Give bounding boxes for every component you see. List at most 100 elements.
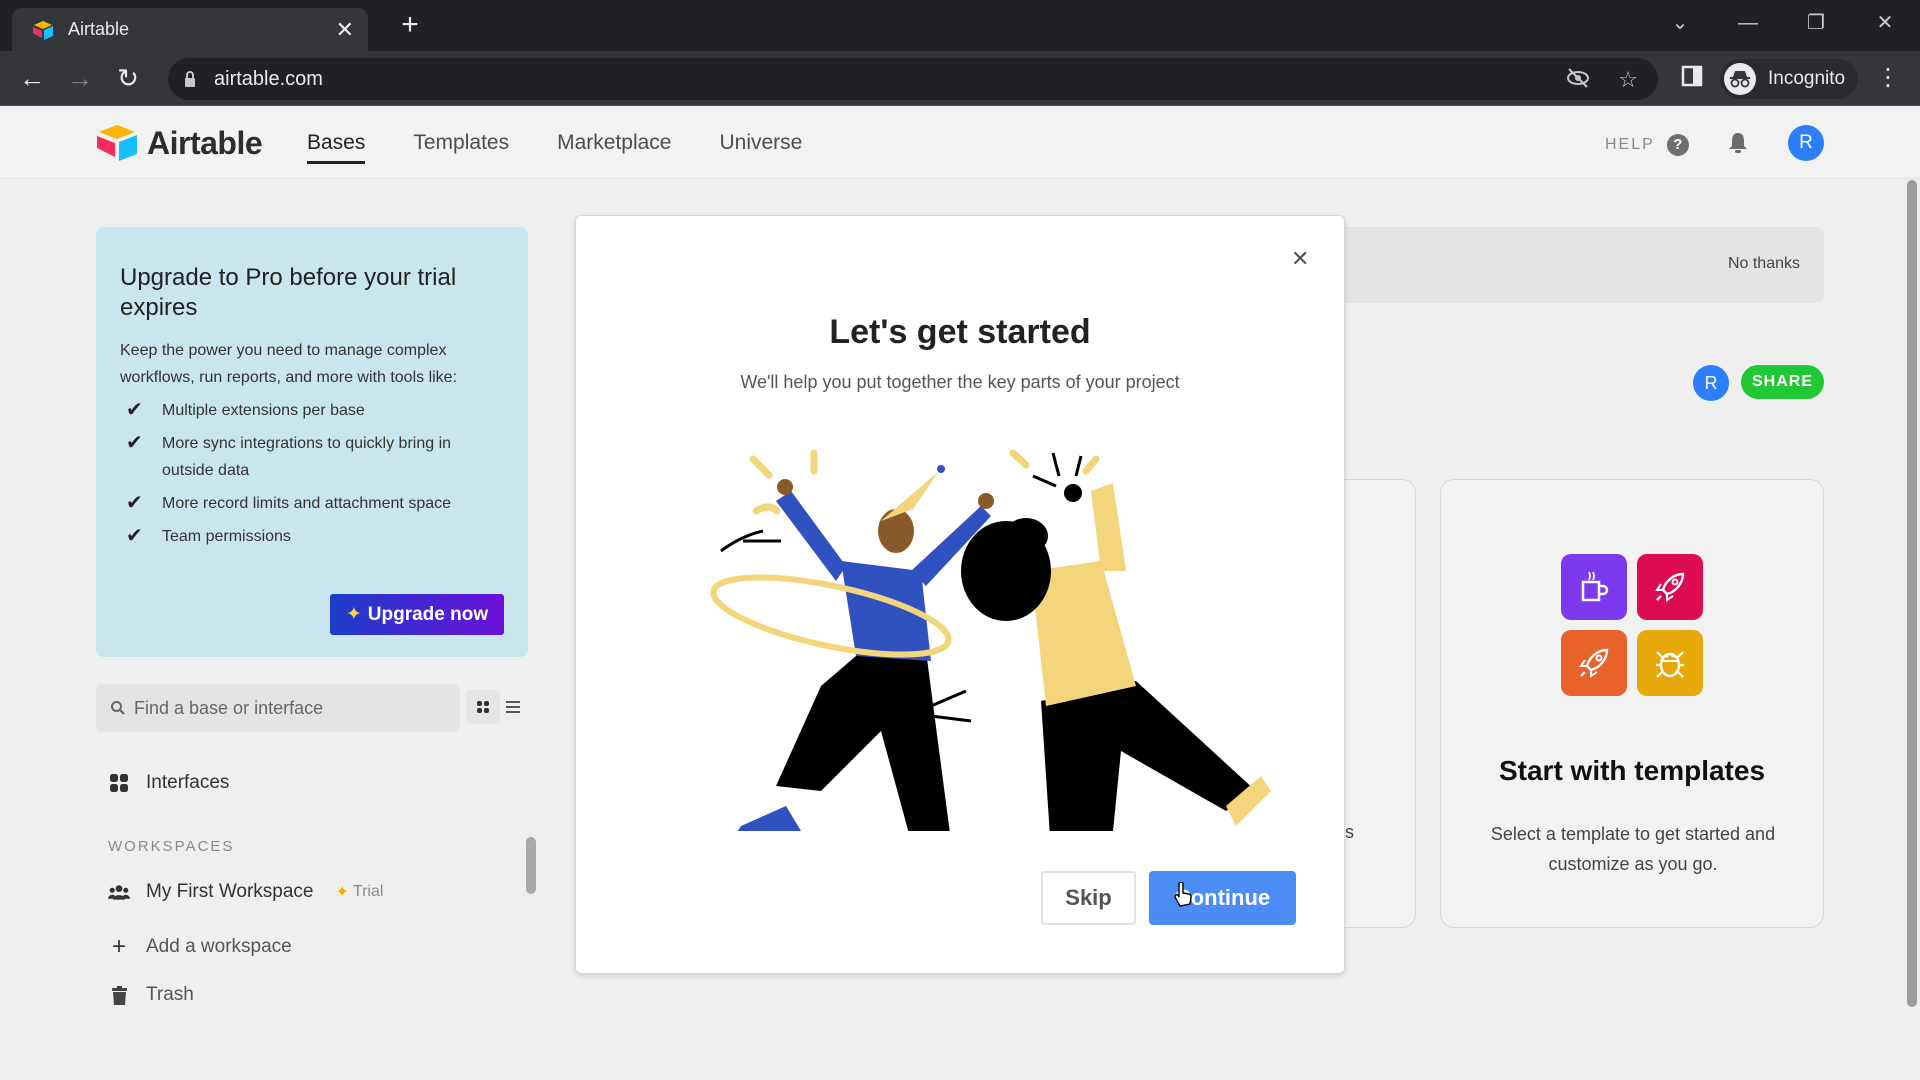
- url-text: airtable.com: [214, 67, 323, 90]
- upgrade-description: Keep the power you need to manage comple…: [120, 342, 458, 386]
- sidebar-item-trash[interactable]: Trash: [108, 984, 194, 1006]
- upgrade-banner: No thanks: [1300, 227, 1824, 303]
- nav-universe[interactable]: Universe: [719, 131, 802, 164]
- continue-button[interactable]: Continue: [1149, 871, 1296, 925]
- search-icon: [111, 701, 125, 715]
- sidebar-item-workspace[interactable]: My First Workspace ✦ Trial: [108, 881, 383, 903]
- interfaces-icon: [108, 774, 130, 792]
- coffee-icon: [1561, 554, 1627, 620]
- sparkle-icon: ✦: [345, 604, 362, 625]
- templates-card-description: Select a template to get started and cus…: [1490, 824, 1776, 874]
- tab-search-icon[interactable]: ⌄: [1655, 8, 1705, 38]
- browser-toolbar: ← → ↻ airtable.com ☆ Incognito ⋮: [0, 51, 1920, 106]
- check-icon: ✔: [126, 492, 143, 514]
- sidebar-scrollbar[interactable]: [526, 837, 536, 894]
- bug-icon: [1637, 630, 1703, 696]
- browser-tab[interactable]: Airtable ✕: [12, 8, 368, 51]
- modal-subtitle: We'll help you put together the key part…: [740, 372, 1180, 392]
- nav-bases[interactable]: Bases: [307, 131, 366, 164]
- help-label: HELP: [1605, 136, 1655, 153]
- notifications-bell-icon[interactable]: [1720, 125, 1756, 161]
- team-icon: [108, 883, 130, 901]
- feature-item: ✔ More record limits and attachment space: [120, 490, 504, 517]
- main-nav: Bases Templates Marketplace Universe: [307, 131, 802, 164]
- no-thanks-button[interactable]: No thanks: [1728, 255, 1800, 273]
- forward-icon[interactable]: →: [62, 61, 98, 97]
- trial-label: Trial: [352, 883, 384, 900]
- reload-icon[interactable]: ↻: [110, 61, 146, 97]
- lock-icon: [185, 71, 195, 87]
- incognito-profile-button[interactable]: Incognito: [1720, 59, 1858, 99]
- sparkle-icon: ✦: [335, 884, 349, 901]
- interfaces-label: Interfaces: [146, 772, 230, 793]
- feature-item: ✔ More sync integrations to quickly bring…: [120, 430, 504, 484]
- plus-icon: +: [111, 933, 126, 960]
- check-icon: ✔: [126, 525, 143, 547]
- search-input[interactable]: [134, 697, 434, 719]
- address-bar[interactable]: airtable.com ☆: [168, 58, 1658, 100]
- airtable-logo[interactable]: Airtable: [95, 124, 263, 162]
- trial-badge: ✦ Trial: [336, 882, 384, 902]
- upgrade-panel: Upgrade to Pro before your trial expires…: [96, 227, 528, 657]
- profile-label: Incognito: [1768, 68, 1846, 89]
- base-search[interactable]: [96, 684, 460, 732]
- trash-label: Trash: [146, 984, 194, 1005]
- start-with-templates-card[interactable]: Start with templates Select a template t…: [1440, 479, 1824, 928]
- workspaces-heading: WORKSPACES: [108, 838, 235, 855]
- grid-view-toggle[interactable]: [466, 690, 500, 724]
- help-button[interactable]: HELP ?: [1605, 134, 1689, 156]
- feature-text: Multiple extensions per base: [162, 402, 365, 419]
- brand-name: Airtable: [147, 124, 263, 161]
- upgrade-button-label: Upgrade now: [367, 603, 489, 625]
- list-view-toggle[interactable]: [496, 690, 530, 724]
- feature-item: ✔ Multiple extensions per base: [120, 397, 504, 424]
- add-workspace-label: Add a workspace: [146, 936, 292, 957]
- sidebar-item-interfaces[interactable]: Interfaces: [108, 772, 229, 794]
- celebration-illustration: [710, 449, 1271, 831]
- help-question-icon: ?: [1666, 134, 1689, 156]
- upgrade-title: Upgrade to Pro before your trial expires: [120, 264, 457, 321]
- collaborator-avatar[interactable]: R: [1693, 365, 1729, 401]
- share-button[interactable]: SHARE: [1741, 365, 1824, 399]
- minimize-icon[interactable]: —: [1723, 8, 1773, 38]
- onboarding-modal: ✕ Let's get started We'll help you put t…: [575, 215, 1345, 974]
- incognito-icon: [1724, 63, 1756, 95]
- trash-icon: [108, 985, 130, 1005]
- restore-icon[interactable]: ❐: [1791, 8, 1841, 38]
- template-icon-grid: [1561, 554, 1705, 696]
- bookmark-star-icon[interactable]: ☆: [1618, 67, 1638, 95]
- user-avatar[interactable]: R: [1788, 125, 1824, 161]
- feature-text: More record limits and attachment space: [162, 495, 452, 512]
- check-icon: ✔: [126, 399, 143, 421]
- list-icon: [506, 701, 520, 713]
- check-icon: ✔: [126, 432, 143, 454]
- skip-button[interactable]: Skip: [1041, 871, 1136, 925]
- back-icon[interactable]: ←: [14, 61, 50, 97]
- add-workspace-button[interactable]: + Add a workspace: [108, 933, 292, 961]
- main-scrollbar[interactable]: [1907, 180, 1917, 1007]
- nav-templates[interactable]: Templates: [413, 131, 509, 164]
- eye-off-icon[interactable]: [1566, 67, 1590, 95]
- workspace-name: My First Workspace: [146, 881, 314, 902]
- airtable-favicon: [33, 20, 53, 40]
- tab-title: Airtable: [68, 19, 130, 39]
- new-tab-button[interactable]: +: [392, 8, 428, 44]
- feature-text: Team permissions: [162, 528, 291, 545]
- modal-title: Let's get started: [829, 313, 1091, 351]
- window-close-icon[interactable]: ✕: [1860, 8, 1910, 38]
- app-header: Airtable Bases Templates Marketplace Uni…: [0, 107, 1920, 179]
- feature-item: ✔ Team permissions: [120, 523, 504, 550]
- rocket-icon: [1637, 554, 1703, 620]
- upgrade-now-button[interactable]: ✦ Upgrade now: [330, 594, 504, 635]
- tab-close-icon[interactable]: ✕: [336, 17, 354, 43]
- browser-titlebar: Airtable ✕ + ⌄ — ❐ ✕: [0, 0, 1920, 51]
- airtable-logo-icon: [97, 125, 137, 161]
- rocket-icon: [1561, 630, 1627, 696]
- feature-text: More sync integrations to quickly bring …: [162, 435, 452, 479]
- sidepanel-icon[interactable]: [1674, 61, 1710, 97]
- kebab-menu-icon[interactable]: ⋮: [1870, 61, 1906, 97]
- templates-card-title: Start with templates: [1498, 755, 1766, 786]
- hand-pointer-cursor: [1174, 882, 1192, 907]
- nav-marketplace[interactable]: Marketplace: [557, 131, 671, 164]
- modal-close-icon[interactable]: ✕: [1291, 246, 1309, 272]
